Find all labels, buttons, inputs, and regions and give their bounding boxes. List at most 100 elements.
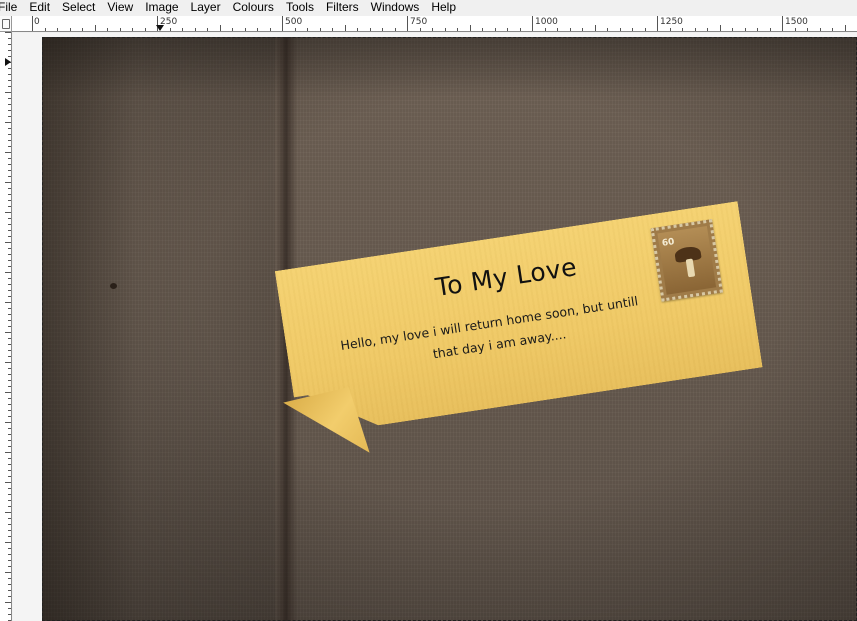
ruler-tick xyxy=(8,608,11,609)
ruler-tick xyxy=(8,206,11,207)
ruler-tick xyxy=(8,278,11,279)
ruler-tick xyxy=(8,584,11,585)
ruler-tick xyxy=(8,494,11,495)
ruler-tick xyxy=(8,596,11,597)
ruler-tick xyxy=(544,28,546,31)
ruler-tick xyxy=(8,224,11,225)
ruler-tick xyxy=(8,548,11,549)
ruler-tick xyxy=(607,28,608,31)
ruler-tick xyxy=(182,28,183,31)
ruler-tick xyxy=(794,28,796,31)
ruler-tick xyxy=(8,98,11,99)
ruler-tick xyxy=(8,194,11,195)
menu-view[interactable]: View xyxy=(101,0,139,14)
ruler-tick xyxy=(332,28,333,31)
ruler-tick xyxy=(8,554,11,555)
ruler-tick xyxy=(8,164,11,165)
ruler-label-0: 0 xyxy=(34,17,40,27)
ruler-tick xyxy=(8,254,11,255)
ruler-tick xyxy=(8,50,11,51)
ruler-tick xyxy=(594,25,596,31)
ruler-tick xyxy=(8,110,11,111)
menu-bar: File Edit Select View Image Layer Colour… xyxy=(0,0,857,14)
ruler-tick xyxy=(5,92,11,93)
ruler-tick xyxy=(8,380,11,381)
ruler-tick xyxy=(5,302,11,303)
ruler-tick xyxy=(8,176,11,177)
ruler-tick xyxy=(207,28,208,31)
menu-image[interactable]: Image xyxy=(139,0,184,14)
ruler-tick xyxy=(69,28,71,31)
menu-layer[interactable]: Layer xyxy=(185,0,227,14)
ruler-tick xyxy=(8,128,11,129)
ruler-tick xyxy=(5,512,11,513)
ruler-corner-button[interactable] xyxy=(0,16,12,32)
ruler-tick xyxy=(132,28,133,31)
ruler-tick xyxy=(8,290,11,291)
ruler-tick xyxy=(519,28,521,31)
ruler-tick xyxy=(394,28,396,31)
menu-edit[interactable]: Edit xyxy=(23,0,56,14)
ruler-tick xyxy=(844,25,846,31)
ruler-tick xyxy=(44,28,46,31)
ruler-tick xyxy=(8,296,11,297)
ruler-tick xyxy=(8,134,11,135)
ruler-tick xyxy=(8,590,11,591)
ruler-tick xyxy=(532,16,533,31)
ruler-tick xyxy=(194,28,196,31)
ruler-tick xyxy=(782,16,783,31)
ruler-tick xyxy=(8,200,11,201)
menu-colours[interactable]: Colours xyxy=(227,0,280,14)
ruler-tick xyxy=(82,28,83,31)
ruler-tick xyxy=(8,284,11,285)
horizontal-ruler[interactable]: 0 250 500 750 1000 1250 1500 xyxy=(12,16,857,32)
ruler-tick xyxy=(8,74,11,75)
ruler-tick xyxy=(8,248,11,249)
ruler-tick xyxy=(657,16,658,31)
ruler-tick xyxy=(8,386,11,387)
menu-tools[interactable]: Tools xyxy=(280,0,320,14)
ruler-tick xyxy=(119,28,121,31)
ruler-tick xyxy=(432,28,433,31)
ruler-tick xyxy=(232,28,233,31)
ruler-tick xyxy=(8,446,11,447)
ruler-tick xyxy=(469,25,471,31)
ruler-tick xyxy=(8,320,11,321)
menu-filters[interactable]: Filters xyxy=(320,0,365,14)
menu-file[interactable]: File xyxy=(0,0,23,14)
ruler-tick xyxy=(8,104,11,105)
vertical-ruler[interactable] xyxy=(0,32,12,621)
menu-select[interactable]: Select xyxy=(56,0,101,14)
ruler-tick xyxy=(8,530,11,531)
ruler-tick xyxy=(8,470,11,471)
ruler-tick xyxy=(8,428,11,429)
ruler-label-750: 750 xyxy=(410,17,428,27)
ruler-tick xyxy=(8,476,11,477)
ruler-tick xyxy=(8,140,11,141)
note-title: To My Love xyxy=(433,252,579,303)
stamp-image: 60 xyxy=(657,226,716,295)
ruler-tick xyxy=(5,572,11,573)
ruler-tick xyxy=(269,28,271,31)
ruler-tick xyxy=(369,28,371,31)
ruler-tick xyxy=(619,28,621,31)
ruler-tick xyxy=(144,28,146,31)
ruler-tick xyxy=(8,260,11,261)
ruler-tick xyxy=(8,458,11,459)
ruler-tick xyxy=(707,28,708,31)
ruler-tick xyxy=(8,566,11,567)
vignette-left xyxy=(42,37,275,621)
ruler-tick xyxy=(8,398,11,399)
ruler-tick xyxy=(5,392,11,393)
ruler-tick xyxy=(8,218,11,219)
ruler-tick xyxy=(219,25,221,31)
menu-windows[interactable]: Windows xyxy=(365,0,426,14)
menu-help[interactable]: Help xyxy=(425,0,462,14)
ruler-tick xyxy=(632,28,633,31)
ruler-tick xyxy=(719,25,721,31)
ruler-label-1250: 1250 xyxy=(660,17,683,27)
ruler-tick xyxy=(307,28,308,31)
ruler-tick xyxy=(8,434,11,435)
ruler-tick xyxy=(8,86,11,87)
ruler-tick xyxy=(5,182,11,183)
